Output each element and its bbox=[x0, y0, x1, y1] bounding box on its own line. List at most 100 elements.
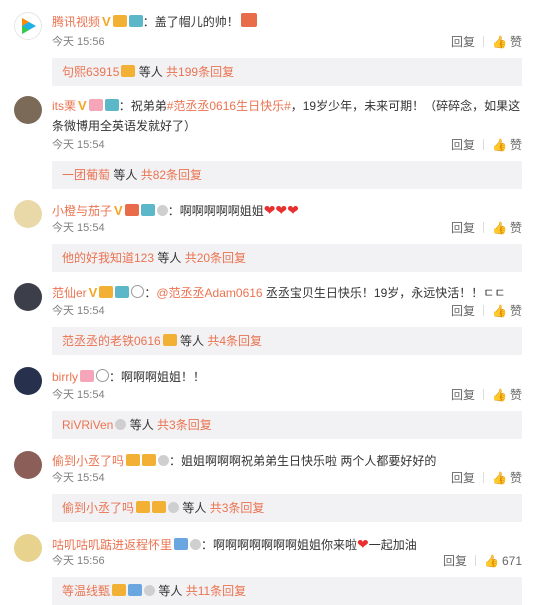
member-badge-icon bbox=[121, 65, 136, 77]
thumb-up-icon[interactable]: 👍 bbox=[484, 552, 499, 570]
comment-meta: 今天 15:54 回复 👍 赞 bbox=[52, 469, 522, 487]
reply-username[interactable]: 句熙63915 bbox=[62, 65, 119, 79]
thumb-up-icon[interactable]: 👍 bbox=[492, 386, 507, 404]
thumb-up-icon[interactable]: 👍 bbox=[492, 33, 507, 51]
reply-summary[interactable]: 一团葡萄 等人 共82条回复 bbox=[52, 161, 522, 189]
reply-connector: 等人 bbox=[154, 251, 185, 265]
avatar[interactable] bbox=[14, 96, 42, 124]
reply-count-link[interactable]: 共11条回复 bbox=[186, 584, 246, 598]
reply-summary[interactable]: RiVRiVen 等人 共3条回复 bbox=[52, 411, 522, 439]
medal-badge-icon bbox=[190, 539, 202, 550]
comment-text: ：盖了帽儿的帅！ bbox=[142, 15, 239, 29]
comment-body: 腾讯视频 V ：盖了帽儿的帅！ bbox=[52, 12, 524, 32]
comment-body: 偷到小丞了吗 ：姐姐啊啊啊祝弟弟生日快乐啦 两个人都要好好的 bbox=[52, 451, 524, 471]
reply-button[interactable]: 回复 bbox=[451, 471, 475, 485]
like-button[interactable]: 赞 bbox=[510, 471, 522, 485]
timestamp: 今天 15:54 bbox=[52, 139, 105, 151]
username[interactable]: its栗 bbox=[52, 99, 76, 113]
like-button[interactable]: 赞 bbox=[510, 221, 522, 235]
reply-button[interactable]: 回复 bbox=[451, 221, 475, 235]
comment-meta: 今天 15:54 回复 👍 赞 bbox=[52, 386, 522, 404]
username[interactable]: 偷到小丞了吗 bbox=[52, 454, 124, 468]
reply-count-link[interactable]: 共199条回复 bbox=[166, 65, 234, 79]
reply-username[interactable]: 他的好我知道123 bbox=[62, 251, 154, 265]
panda-emoji-icon bbox=[96, 369, 109, 382]
reply-count-link[interactable]: 共20条回复 bbox=[185, 251, 246, 265]
avatar[interactable] bbox=[14, 451, 42, 479]
reply-summary[interactable]: 等温线甄 等人 共11条回复 bbox=[52, 577, 522, 605]
reply-username[interactable]: RiVRiVen bbox=[62, 418, 113, 432]
username[interactable]: 小橙与茄子 bbox=[52, 204, 112, 218]
reply-button[interactable]: 回复 bbox=[451, 138, 475, 152]
cake-emoji-icon bbox=[240, 13, 257, 27]
timestamp: 今天 15:54 bbox=[52, 389, 105, 401]
username[interactable]: 范仙er bbox=[52, 286, 87, 300]
reply-button[interactable]: 回复 bbox=[443, 554, 467, 568]
member-badge-icon bbox=[112, 584, 127, 596]
member-badge-icon bbox=[112, 15, 127, 27]
username[interactable]: birrly bbox=[52, 370, 78, 384]
reply-count-link[interactable]: 共3条回复 bbox=[157, 418, 212, 432]
divider bbox=[475, 555, 477, 566]
comment-meta: 今天 15:54 回复 👍 赞 bbox=[52, 302, 522, 320]
reply-summary[interactable]: 句熙63915 等人 共199条回复 bbox=[52, 58, 522, 86]
level-badge-icon bbox=[104, 99, 119, 111]
timestamp: 今天 15:54 bbox=[52, 305, 105, 317]
reply-summary[interactable]: 范丞丞的老铁0616 等人 共4条回复 bbox=[52, 327, 522, 355]
medal-badge-icon bbox=[168, 502, 180, 513]
divider bbox=[483, 222, 485, 233]
reply-username[interactable]: 偷到小丞了吗 bbox=[62, 501, 134, 515]
reply-button[interactable]: 回复 bbox=[451, 35, 475, 49]
divider bbox=[483, 139, 485, 150]
timestamp: 今天 15:54 bbox=[52, 472, 105, 484]
like-button[interactable]: 赞 bbox=[510, 304, 522, 318]
avatar[interactable] bbox=[14, 367, 42, 395]
timestamp: 今天 15:56 bbox=[52, 555, 105, 567]
verified-icon: V bbox=[102, 14, 111, 29]
reply-count-link[interactable]: 共3条回复 bbox=[210, 501, 265, 515]
comment-meta: 今天 15:56 回复 👍 671 bbox=[52, 552, 522, 570]
member-badge-icon bbox=[136, 501, 151, 513]
fan-badge-icon bbox=[142, 454, 157, 466]
reply-connector: 等人 bbox=[155, 584, 186, 598]
avatar[interactable] bbox=[14, 200, 42, 228]
panda-emoji-icon bbox=[131, 285, 145, 298]
topic-link[interactable]: #范丞丞0616生日快乐# bbox=[167, 99, 291, 113]
avatar[interactable] bbox=[14, 534, 42, 562]
heart-emoji-icon: ❤ bbox=[357, 536, 369, 552]
reply-connector: 等人 bbox=[135, 65, 167, 79]
comment-body: birrly ：啊啊啊姐姐！！ bbox=[52, 367, 524, 387]
avatar[interactable] bbox=[14, 12, 42, 40]
reply-count-link[interactable]: 共4条回复 bbox=[207, 334, 262, 348]
reply-connector: 等人 bbox=[179, 501, 210, 515]
username[interactable]: 咕叽咕叽踮进返程怀里 bbox=[52, 538, 172, 552]
member-badge-icon bbox=[174, 538, 189, 550]
thumb-up-icon[interactable]: 👍 bbox=[492, 219, 507, 237]
thumb-up-icon[interactable]: 👍 bbox=[492, 302, 507, 320]
like-count[interactable]: 671 bbox=[502, 554, 522, 568]
like-button[interactable]: 赞 bbox=[510, 388, 522, 402]
reply-username[interactable]: 一团葡萄 bbox=[62, 168, 110, 182]
level-badge-icon bbox=[115, 286, 130, 298]
username[interactable]: 腾讯视频 bbox=[52, 15, 100, 29]
member-badge-icon bbox=[88, 99, 103, 111]
reply-button[interactable]: 回复 bbox=[451, 304, 475, 318]
reply-username[interactable]: 范丞丞的老铁0616 bbox=[62, 334, 161, 348]
thumb-up-icon[interactable]: 👍 bbox=[492, 136, 507, 154]
reply-button[interactable]: 回复 bbox=[451, 388, 475, 402]
like-button[interactable]: 赞 bbox=[510, 35, 522, 49]
reply-summary[interactable]: 偷到小丞了吗 等人 共3条回复 bbox=[52, 494, 522, 522]
reply-count-link[interactable]: 共82条回复 bbox=[141, 168, 202, 182]
thumb-up-icon[interactable]: 👍 bbox=[492, 469, 507, 487]
comment-body: its栗 V ：祝弟弟#范丞丞0616生日快乐#，19岁少年，未来可期！（碎碎念，如… bbox=[52, 96, 524, 136]
like-button[interactable]: 赞 bbox=[510, 138, 522, 152]
mention-link[interactable]: @范丞丞Adam0616 bbox=[156, 286, 262, 300]
reply-summary[interactable]: 他的好我知道123 等人 共20条回复 bbox=[52, 244, 522, 272]
comment-meta: 今天 15:54 回复 👍 赞 bbox=[52, 219, 522, 237]
timestamp: 今天 15:56 bbox=[52, 36, 105, 48]
comment-body: 小橙与茄子 V ：啊啊啊啊啊姐姐❤❤❤ bbox=[52, 200, 524, 221]
member-badge-icon bbox=[162, 334, 177, 346]
avatar[interactable] bbox=[14, 283, 42, 311]
reply-username[interactable]: 等温线甄 bbox=[62, 584, 110, 598]
timestamp: 今天 15:54 bbox=[52, 222, 105, 234]
